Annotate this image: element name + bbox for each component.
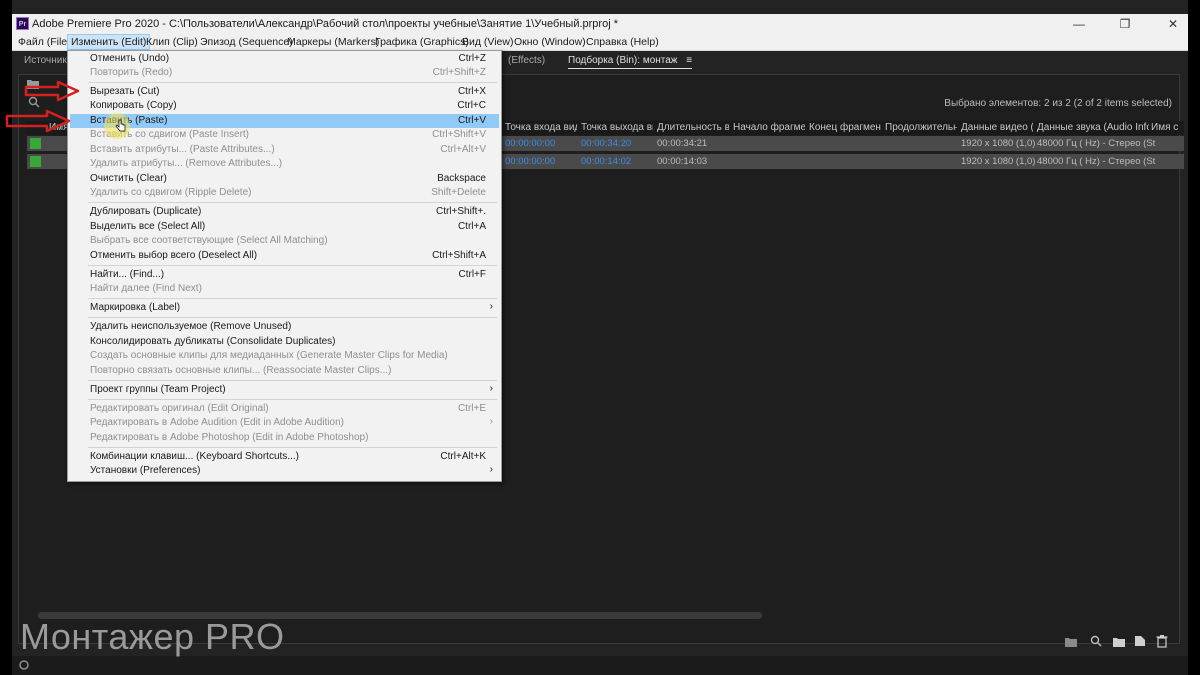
menu-separator	[88, 82, 497, 83]
cell-out[interactable]: 00:00:14:02	[581, 156, 631, 167]
new-item-icon[interactable]	[1134, 635, 1146, 647]
red-arrow-annotation	[24, 80, 80, 102]
channel-watermark: Монтажер PRO	[20, 616, 285, 657]
menu-separator	[88, 317, 497, 318]
menu-item-copy[interactable]: Копировать (Copy) Ctrl+C	[70, 99, 499, 113]
menu-item-label[interactable]: Маркировка (Label) ›	[70, 301, 499, 315]
menu-item-redo: Повторить (Redo) Ctrl+Shift+Z	[90, 67, 486, 78]
menu-help[interactable]: Справка (Help)	[583, 35, 662, 49]
menu-item-keyboard-shortcuts[interactable]: Комбинации клавиш... (Keyboard Shortcuts…	[70, 450, 499, 464]
cell-audio-info: 48000 Гц ( Hz) - Стерео (St	[1037, 138, 1156, 149]
menu-item-find-next: Найти далее (Find Next)	[90, 283, 202, 294]
cell-video-info: 1920 x 1080 (1,0)	[961, 138, 1036, 149]
tab-bin-label: Подборка (Bin): монтаж	[568, 55, 678, 66]
new-bin-icon[interactable]	[1112, 636, 1126, 648]
menu-item-paste-insert: Вставить со сдвигом (Paste Insert) Ctrl+S…	[90, 129, 486, 140]
menu-bar: Файл (File) Изменить (Edit) Клип (Clip) …	[12, 34, 1188, 51]
menu-item-undo[interactable]: Отменить (Undo) Ctrl+Z	[70, 52, 499, 66]
minimize-button[interactable]: —	[1064, 16, 1094, 32]
cell-duration: 00:00:14:03	[657, 156, 708, 167]
menu-separator	[88, 298, 497, 299]
selection-info: Выбрано элементов: 2 из 2 (2 of 2 items …	[944, 98, 1172, 109]
menu-item-select-all-matching: Выбрать все соответствующие (Select All …	[90, 235, 328, 246]
menu-item-consolidate-duplicates[interactable]: Консолидировать дубликаты (Consolidate D…	[70, 335, 499, 349]
edit-menu-dropdown: Отменить (Undo) Ctrl+Z Повторить (Redo) Ct…	[67, 50, 502, 482]
sync-icon[interactable]	[17, 659, 31, 671]
menu-separator	[88, 399, 497, 400]
cell-audio-info: 48000 Гц ( Hz) - Стерео (St	[1037, 156, 1156, 167]
menu-separator	[88, 202, 497, 203]
tab-source[interactable]: Источник:	[24, 55, 69, 66]
cell-duration: 00:00:34:21	[657, 138, 708, 149]
menu-item-reassociate-master-clips: Повторно связать основные клипы... (Reas…	[90, 365, 392, 376]
menu-separator	[88, 447, 497, 448]
col-media-out[interactable]: Точка выхода вид	[581, 122, 653, 133]
menu-separator	[88, 380, 497, 381]
menu-item-paste-attributes: Вставить атрибуты... (Paste Attributes..…	[90, 144, 486, 155]
col-video-duration[interactable]: Продолжительнос	[885, 122, 957, 133]
window-title: Adobe Premiere Pro 2020 - C:\Пользовател…	[32, 18, 618, 30]
cell-video-info: 1920 x 1080 (1,0)	[961, 156, 1036, 167]
menu-item-remove-unused[interactable]: Удалить неиспользуемое (Remove Unused)	[70, 320, 499, 334]
trash-icon[interactable]	[1156, 635, 1168, 648]
menu-item-find[interactable]: Найти... (Find...) Ctrl+F	[70, 268, 499, 282]
menu-item-duplicate[interactable]: Дублировать (Duplicate) Ctrl+Shift+.	[70, 205, 499, 219]
premiere-app-icon: Pr	[16, 17, 29, 30]
menu-item-remove-attributes: Удалить атрибуты... (Remove Attributes..…	[90, 158, 283, 169]
cell-in[interactable]: 00:00:00:00	[505, 156, 555, 167]
maximize-button[interactable]: ❐	[1110, 16, 1140, 32]
menu-item-ripple-delete: Удалить со сдвигом (Ripple Delete) Shift+…	[90, 187, 486, 198]
close-button[interactable]: ✕	[1158, 16, 1188, 32]
menu-item-paste[interactable]: Вставить (Paste)Ctrl+V	[70, 114, 499, 128]
label-swatch[interactable]	[30, 138, 41, 149]
label-swatch[interactable]	[30, 156, 41, 167]
col-media-in[interactable]: Точка входа виде	[505, 122, 577, 133]
hand-cursor-icon	[115, 119, 126, 132]
menu-item-edit-original: Редактировать оригинал (Edit Original) Ct…	[90, 403, 486, 414]
red-arrow-annotation	[5, 109, 71, 133]
menu-item-select-all[interactable]: Выделить все (Select All) Ctrl+A	[70, 220, 499, 234]
menu-file[interactable]: Файл (File)	[15, 35, 74, 49]
col-video-out[interactable]: Конец фрагмента	[809, 122, 881, 133]
menu-sequence[interactable]: Эпизод (Sequence)	[197, 35, 296, 49]
menu-clip[interactable]: Клип (Clip)	[143, 35, 201, 49]
submenu-arrow-icon: ›	[489, 301, 493, 312]
col-audio-info[interactable]: Данные звука (Audio Info)	[1037, 122, 1149, 133]
menu-item-clear[interactable]: Очистить (Clear) Backspace	[70, 172, 499, 186]
menu-item-generate-master-clips: Создать основные клипы для медиаданных (…	[90, 350, 448, 361]
search-icon[interactable]	[1090, 635, 1102, 647]
menu-markers[interactable]: Маркеры (Markers)	[284, 35, 382, 49]
tab-bin[interactable]: Подборка (Bin): монтаж ≡	[568, 55, 693, 69]
menu-separator	[88, 265, 497, 266]
menu-item-edit-in-audition: Редактировать в Adobe Audition (Edit in …	[90, 416, 493, 428]
menu-item-preferences[interactable]: Установки (Preferences) ›	[70, 464, 499, 478]
submenu-arrow-icon: ›	[489, 416, 493, 427]
cell-in[interactable]: 00:00:00:00	[505, 138, 555, 149]
tab-effects[interactable]: (Effects)	[508, 55, 545, 66]
panel-menu-icon[interactable]: ≡	[686, 55, 692, 66]
col-media-duration[interactable]: Длительность ви	[657, 122, 729, 133]
menu-item-edit-in-photoshop: Редактировать в Adobe Photoshop (Edit in…	[90, 432, 369, 443]
menu-graphics[interactable]: Графика (Graphics)	[372, 35, 472, 49]
cell-out[interactable]: 00:00:34:20	[581, 138, 631, 149]
menu-item-cut[interactable]: Вырезать (Cut) Ctrl+X	[70, 85, 499, 99]
col-video-in[interactable]: Начало фрагмент	[733, 122, 805, 133]
title-bar: Pr Adobe Premiere Pro 2020 - C:\Пользова…	[12, 14, 1188, 34]
folder-icon[interactable]	[1064, 636, 1078, 648]
status-bar	[12, 656, 1188, 675]
menu-item-deselect-all[interactable]: Отменить выбор всего (Deselect All) Ctrl+…	[70, 249, 499, 263]
col-tape-name[interactable]: Имя с	[1151, 122, 1184, 133]
submenu-arrow-icon: ›	[489, 383, 493, 394]
menu-edit[interactable]: Изменить (Edit)	[66, 34, 151, 50]
menu-window[interactable]: Окно (Window)	[511, 35, 589, 49]
menu-view[interactable]: Вид (View)	[459, 35, 516, 49]
submenu-arrow-icon: ›	[489, 464, 493, 475]
menu-item-team-project[interactable]: Проект группы (Team Project) ›	[70, 383, 499, 397]
col-video-info[interactable]: Данные видео (Vi	[961, 122, 1033, 133]
